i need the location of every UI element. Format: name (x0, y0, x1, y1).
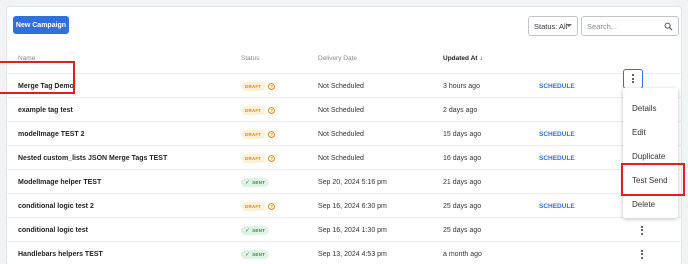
campaigns-card: New Campaign Status: All Search... Name … (6, 6, 682, 264)
campaign-name[interactable]: conditional logic test (18, 218, 88, 242)
status-badge: DRAFT (241, 129, 266, 139)
campaign-name[interactable]: example tag test (18, 98, 73, 122)
updated-at: 25 days ago (443, 226, 482, 234)
updated-at: a month ago (443, 250, 482, 258)
updated-at: 16 days ago (443, 154, 482, 162)
table-row[interactable]: conditional logic test 2 DRAFT? Sep 16, 20… (7, 193, 681, 217)
kebab-menu-icon (641, 225, 643, 235)
column-header-updated-at[interactable]: Updated At ↓ (443, 55, 483, 62)
menu-item-edit[interactable]: Edit (623, 120, 678, 144)
status-cell: DRAFT? (241, 194, 276, 218)
search-placeholder: Search... (587, 21, 618, 31)
delivery-date: Not Scheduled (318, 106, 364, 114)
updated-at: 15 days ago (443, 130, 482, 138)
menu-item-details[interactable]: Details (623, 96, 678, 120)
campaign-name[interactable]: Nested custom_lists JSON Merge Tags TEST (18, 146, 167, 170)
status-badge: ✓ SENT (241, 177, 270, 187)
status-cell: ✓ SENT (241, 218, 270, 242)
delivery-date: Sep 16, 2024 6:30 pm (318, 202, 387, 210)
status-badge: DRAFT (241, 201, 266, 211)
search-icon (664, 22, 673, 31)
test-send-highlight-box (621, 163, 685, 196)
table-row[interactable]: modelImage TEST 2 DRAFT? Not Scheduled 15 d… (7, 121, 681, 145)
delivery-date: Sep 13, 2024 4:53 pm (318, 250, 387, 258)
campaign-name[interactable]: modelImage TEST 2 (18, 122, 85, 146)
arrow-down-icon: ↓ (479, 55, 483, 62)
kebab-button-focused[interactable] (623, 69, 643, 89)
help-circle-icon[interactable]: ? (268, 202, 276, 210)
status-cell: ✓ SENT (241, 242, 270, 264)
column-header-status[interactable]: Status (241, 55, 259, 62)
search-input[interactable]: Search... (581, 16, 679, 36)
table-row[interactable]: ModelImage helper TEST ✓ SENT Sep 20, 2024 … (7, 169, 681, 193)
check-icon: ✓ (245, 227, 251, 234)
kebab-menu-icon (641, 249, 643, 259)
row-kebab-button[interactable] (636, 218, 648, 242)
new-campaign-button[interactable]: New Campaign (13, 16, 69, 34)
column-header-updated-at-label: Updated At (443, 55, 478, 62)
status-cell: ✓ SENT (241, 170, 270, 194)
status-badge: DRAFT (241, 81, 266, 91)
delivery-date: Sep 20, 2024 5:16 pm (318, 178, 387, 186)
status-badge: DRAFT (241, 105, 266, 115)
table-row[interactable]: Nested custom_lists JSON Merge Tags TEST… (7, 145, 681, 169)
schedule-link[interactable]: SCHEDULE (539, 146, 575, 170)
help-circle-icon[interactable]: ? (268, 106, 276, 114)
table-row[interactable]: example tag test DRAFT? Not Scheduled 2 day… (7, 97, 681, 121)
column-header-delivery-date[interactable]: Delivery Date (318, 55, 357, 62)
table-row[interactable]: Handlebars helpers TEST ✓ SENT Sep 13, 2024… (7, 241, 681, 264)
campaign-name[interactable]: Handlebars helpers TEST (18, 242, 103, 264)
updated-at: 3 hours ago (443, 82, 480, 90)
table-row[interactable]: Merge Tag Demo DRAFT? Not Scheduled 3 hours… (7, 73, 681, 97)
schedule-link[interactable]: SCHEDULE (539, 122, 575, 146)
delivery-date: Not Scheduled (318, 154, 364, 162)
status-cell: DRAFT? (241, 74, 276, 98)
updated-at: 2 days ago (443, 106, 478, 114)
status-cell: DRAFT? (241, 146, 276, 170)
help-circle-icon[interactable]: ? (268, 130, 276, 138)
status-filter-value: Status: All (534, 21, 568, 31)
updated-at: 25 days ago (443, 202, 482, 210)
help-circle-icon[interactable]: ? (268, 154, 276, 162)
campaign-name[interactable]: conditional logic test 2 (18, 194, 94, 218)
row-kebab-button[interactable] (636, 242, 648, 264)
status-badge: ✓ SENT (241, 225, 270, 235)
kebab-menu-icon (631, 74, 634, 83)
updated-at: 21 days ago (443, 178, 482, 186)
delivery-date: Not Scheduled (318, 130, 364, 138)
row-actions-menu: Details Edit Duplicate Test Send Delete (623, 88, 678, 218)
delivery-date: Sep 16, 2024 1:30 pm (318, 226, 387, 234)
schedule-link[interactable]: SCHEDULE (539, 194, 575, 218)
schedule-link[interactable]: SCHEDULE (539, 74, 575, 98)
campaign-name[interactable]: ModelImage helper TEST (18, 170, 101, 194)
delivery-date: Not Scheduled (318, 82, 364, 90)
name-highlight-box (0, 61, 75, 94)
status-cell: DRAFT? (241, 98, 276, 122)
check-icon: ✓ (245, 251, 251, 258)
status-badge: DRAFT (241, 153, 266, 163)
table-row[interactable]: conditional logic test ✓ SENT Sep 16, 2024 … (7, 217, 681, 241)
help-circle-icon[interactable]: ? (268, 82, 276, 90)
status-cell: DRAFT? (241, 122, 276, 146)
check-icon: ✓ (245, 179, 251, 186)
status-badge: ✓ SENT (241, 249, 270, 259)
status-filter-select[interactable]: Status: All (528, 16, 578, 36)
chevron-down-icon (566, 24, 572, 27)
